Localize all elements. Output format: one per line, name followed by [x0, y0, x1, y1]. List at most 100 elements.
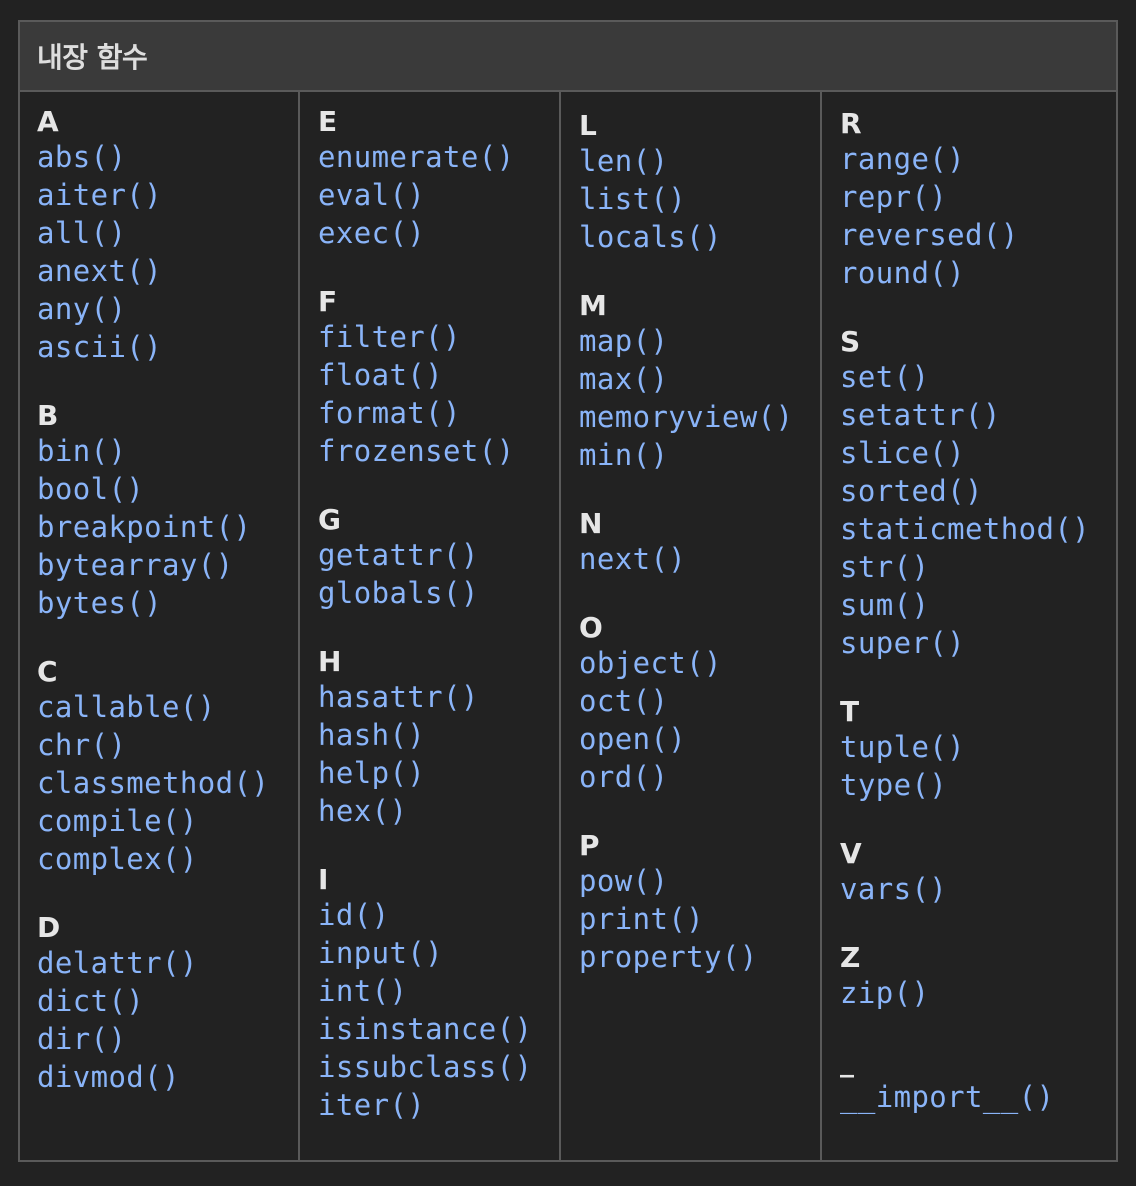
function-link[interactable]: divmod() [37, 1058, 298, 1096]
function-link[interactable]: breakpoint() [37, 508, 298, 546]
function-link[interactable]: print() [579, 900, 820, 938]
function-link[interactable]: str() [840, 548, 1116, 586]
function-link[interactable]: bytes() [37, 584, 298, 622]
group-letter: P [579, 829, 600, 862]
function-link[interactable]: eval() [318, 176, 559, 214]
function-link[interactable]: next() [579, 540, 820, 578]
letter-group: Nnext() [579, 508, 820, 578]
function-link[interactable]: __import__() [840, 1078, 1116, 1116]
function-link[interactable]: slice() [840, 434, 1116, 472]
function-link[interactable]: anext() [37, 252, 298, 290]
function-link[interactable]: enumerate() [318, 138, 559, 176]
letter-group: Oobject() oct() open() ord() [579, 612, 820, 796]
letter-group: Eenumerate() eval() exec() [318, 106, 559, 252]
function-link[interactable]: property() [579, 938, 820, 976]
letter-group: Ddelattr() dict() dir() divmod() [37, 912, 298, 1096]
function-link[interactable]: chr() [37, 726, 298, 764]
function-link[interactable]: bool() [37, 470, 298, 508]
function-link[interactable]: oct() [579, 682, 820, 720]
function-link[interactable]: list() [579, 180, 820, 218]
column-3: Llen() list() locals() Mmap() max() memoryvie… [561, 92, 822, 1160]
function-link[interactable]: len() [579, 142, 820, 180]
letter-group: Vvars() [840, 838, 1116, 908]
letter-group: Ffilter() float() format() frozenset() [318, 286, 559, 470]
function-link[interactable]: object() [579, 644, 820, 682]
function-link[interactable]: locals() [579, 218, 820, 256]
function-link[interactable]: iter() [318, 1086, 559, 1124]
function-link[interactable]: ord() [579, 758, 820, 796]
function-link[interactable]: complex() [37, 840, 298, 878]
table-header: 내장 함수 [20, 22, 1116, 92]
function-link[interactable]: filter() [318, 318, 559, 356]
function-link[interactable]: zip() [840, 974, 1116, 1012]
function-link[interactable]: type() [840, 766, 1116, 804]
group-letter: _ [840, 1045, 854, 1078]
function-link[interactable]: min() [579, 436, 820, 474]
letter-group: Ttuple() type() [840, 696, 1116, 804]
function-link[interactable]: pow() [579, 862, 820, 900]
letter-group: Zzip() [840, 942, 1116, 1012]
function-link[interactable]: memoryview() [579, 398, 820, 436]
columns-container: Aabs() aiter() all() anext() any() ascii() Bbi… [20, 92, 1116, 1160]
function-link[interactable]: float() [318, 356, 559, 394]
function-link[interactable]: abs() [37, 138, 298, 176]
group-letter: D [37, 911, 61, 944]
group-letter: T [840, 695, 860, 728]
letter-group: Llen() list() locals() [579, 110, 820, 256]
function-link[interactable]: staticmethod() [840, 510, 1116, 548]
function-link[interactable]: vars() [840, 870, 1116, 908]
function-link[interactable]: getattr() [318, 536, 559, 574]
function-link[interactable]: ascii() [37, 328, 298, 366]
function-link[interactable]: any() [37, 290, 298, 328]
function-link[interactable]: set() [840, 358, 1116, 396]
function-link[interactable]: classmethod() [37, 764, 298, 802]
function-link[interactable]: max() [579, 360, 820, 398]
function-link[interactable]: map() [579, 322, 820, 360]
group-letter: V [840, 837, 862, 870]
group-letter: M [579, 289, 607, 322]
function-link[interactable]: id() [318, 896, 559, 934]
function-link[interactable]: issubclass() [318, 1048, 559, 1086]
function-link[interactable]: format() [318, 394, 559, 432]
group-letter: I [318, 863, 329, 896]
function-link[interactable]: callable() [37, 688, 298, 726]
group-letter: B [37, 399, 59, 432]
function-link[interactable]: dir() [37, 1020, 298, 1058]
column-2: Eenumerate() eval() exec() Ffilter() float()… [300, 92, 561, 1160]
function-link[interactable]: open() [579, 720, 820, 758]
function-link[interactable]: setattr() [840, 396, 1116, 434]
function-link[interactable]: compile() [37, 802, 298, 840]
group-letter: C [37, 655, 58, 688]
letter-group: Ggetattr() globals() [318, 504, 559, 612]
function-link[interactable]: isinstance() [318, 1010, 559, 1048]
function-link[interactable]: dict() [37, 982, 298, 1020]
function-link[interactable]: delattr() [37, 944, 298, 982]
function-link[interactable]: hash() [318, 716, 559, 754]
function-link[interactable]: repr() [840, 178, 1116, 216]
function-link[interactable]: all() [37, 214, 298, 252]
function-link[interactable]: frozenset() [318, 432, 559, 470]
function-link[interactable]: super() [840, 624, 1116, 662]
function-link[interactable]: hasattr() [318, 678, 559, 716]
function-link[interactable]: help() [318, 754, 559, 792]
function-link[interactable]: bytearray() [37, 546, 298, 584]
function-link[interactable]: input() [318, 934, 559, 972]
function-link[interactable]: round() [840, 254, 1116, 292]
function-link[interactable]: exec() [318, 214, 559, 252]
function-link[interactable]: sorted() [840, 472, 1116, 510]
letter-group: Hhasattr() hash() help() hex() [318, 646, 559, 830]
function-link[interactable]: range() [840, 140, 1116, 178]
function-link[interactable]: tuple() [840, 728, 1116, 766]
group-letter: H [318, 645, 342, 678]
function-link[interactable]: bin() [37, 432, 298, 470]
function-link[interactable]: hex() [318, 792, 559, 830]
letter-group: Ppow() print() property() [579, 830, 820, 976]
function-link[interactable]: int() [318, 972, 559, 1010]
function-link[interactable]: reversed() [840, 216, 1116, 254]
function-link[interactable]: globals() [318, 574, 559, 612]
group-letter: F [318, 285, 338, 318]
function-link[interactable]: sum() [840, 586, 1116, 624]
group-letter: L [579, 109, 597, 142]
letter-group: _ __import__() [840, 1046, 1116, 1116]
function-link[interactable]: aiter() [37, 176, 298, 214]
